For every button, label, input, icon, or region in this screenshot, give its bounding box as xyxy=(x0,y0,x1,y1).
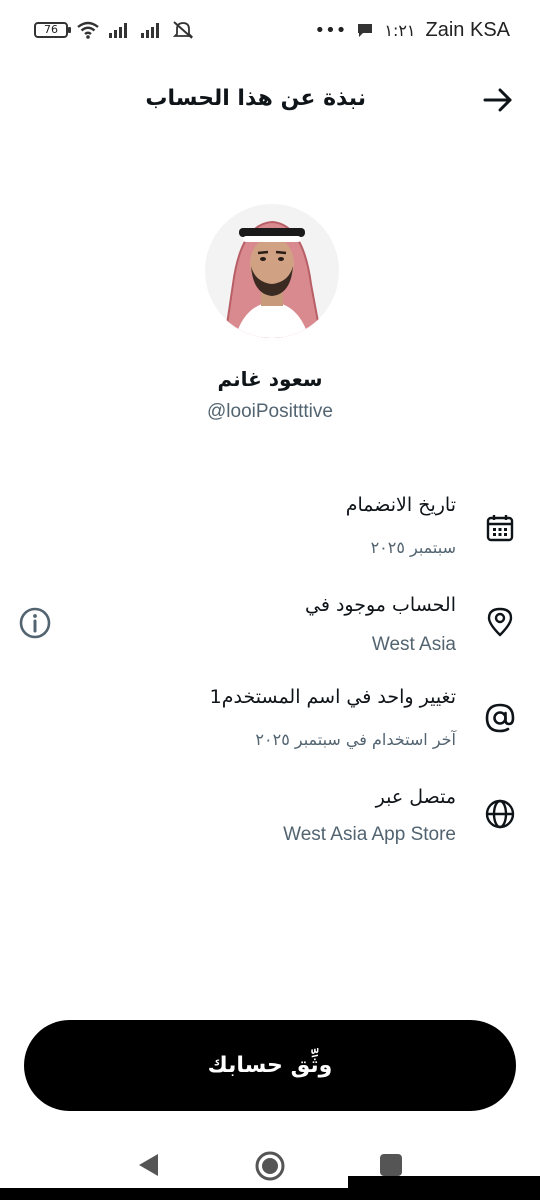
status-icons-left: 76 xyxy=(34,18,194,42)
connected-via-row: متصل عبر West Asia App Store xyxy=(0,784,540,864)
back-arrow-icon[interactable] xyxy=(482,84,514,116)
location-value: West Asia xyxy=(371,634,456,655)
joined-date: سبتمبر ٢٠٢٥ xyxy=(370,538,456,557)
battery-level: 76 xyxy=(44,23,58,36)
connected-via-value: West Asia App Store xyxy=(283,824,456,845)
header: نبذة عن هذا الحساب xyxy=(0,72,540,128)
battery-icon: 76 xyxy=(34,22,71,38)
nav-back-icon[interactable] xyxy=(136,1152,160,1178)
location-pin-icon xyxy=(487,607,513,637)
location-label: الحساب موجود في xyxy=(305,594,456,616)
avatar-image xyxy=(205,204,339,338)
username-change-date: آخر استخدام في سبتمبر ٢٠٢٥ xyxy=(255,730,456,749)
globe-icon xyxy=(485,799,515,829)
mute-icon xyxy=(172,21,194,39)
nav-recents-icon[interactable] xyxy=(380,1154,402,1176)
calendar-icon xyxy=(486,515,514,542)
bottom-edge-block xyxy=(348,1176,540,1188)
at-sign-icon xyxy=(485,703,515,733)
joined-label: تاريخ الانضمام xyxy=(345,494,456,516)
chat-bubble-icon xyxy=(358,24,373,37)
signal-icon-2 xyxy=(141,23,159,38)
joined-row: تاريخ الانضمام سبتمبر ٢٠٢٥ xyxy=(0,490,540,570)
nav-home-icon[interactable] xyxy=(254,1150,286,1182)
display-name: سعود غانم xyxy=(217,367,323,391)
bottom-edge xyxy=(0,1188,540,1200)
status-icons-right: ••• ١:٢١ Zain KSA xyxy=(314,16,510,44)
username-change-label: تغيير واحد في اسم المستخدم1 xyxy=(209,686,456,708)
username-change-row: تغيير واحد في اسم المستخدم1 آخر استخدام … xyxy=(0,684,540,764)
status-bar: 76 ••• ١:٢١ Zain KSA xyxy=(0,0,540,60)
signal-icon xyxy=(109,23,127,38)
carrier-name: Zain KSA xyxy=(425,18,510,41)
avatar[interactable] xyxy=(205,204,339,338)
username-handle: @looiPositttive xyxy=(207,401,333,422)
connected-via-label: متصل عبر xyxy=(375,786,456,808)
info-icon[interactable] xyxy=(18,606,52,640)
location-row: الحساب موجود في West Asia xyxy=(0,588,540,668)
verify-account-button[interactable]: وثِّق حسابك xyxy=(24,1020,516,1111)
clock: ١:٢١ xyxy=(384,20,416,40)
more-dots-icon: ••• xyxy=(314,19,347,41)
page-title: نبذة عن هذا الحساب xyxy=(145,86,366,111)
wifi-icon xyxy=(77,21,99,39)
